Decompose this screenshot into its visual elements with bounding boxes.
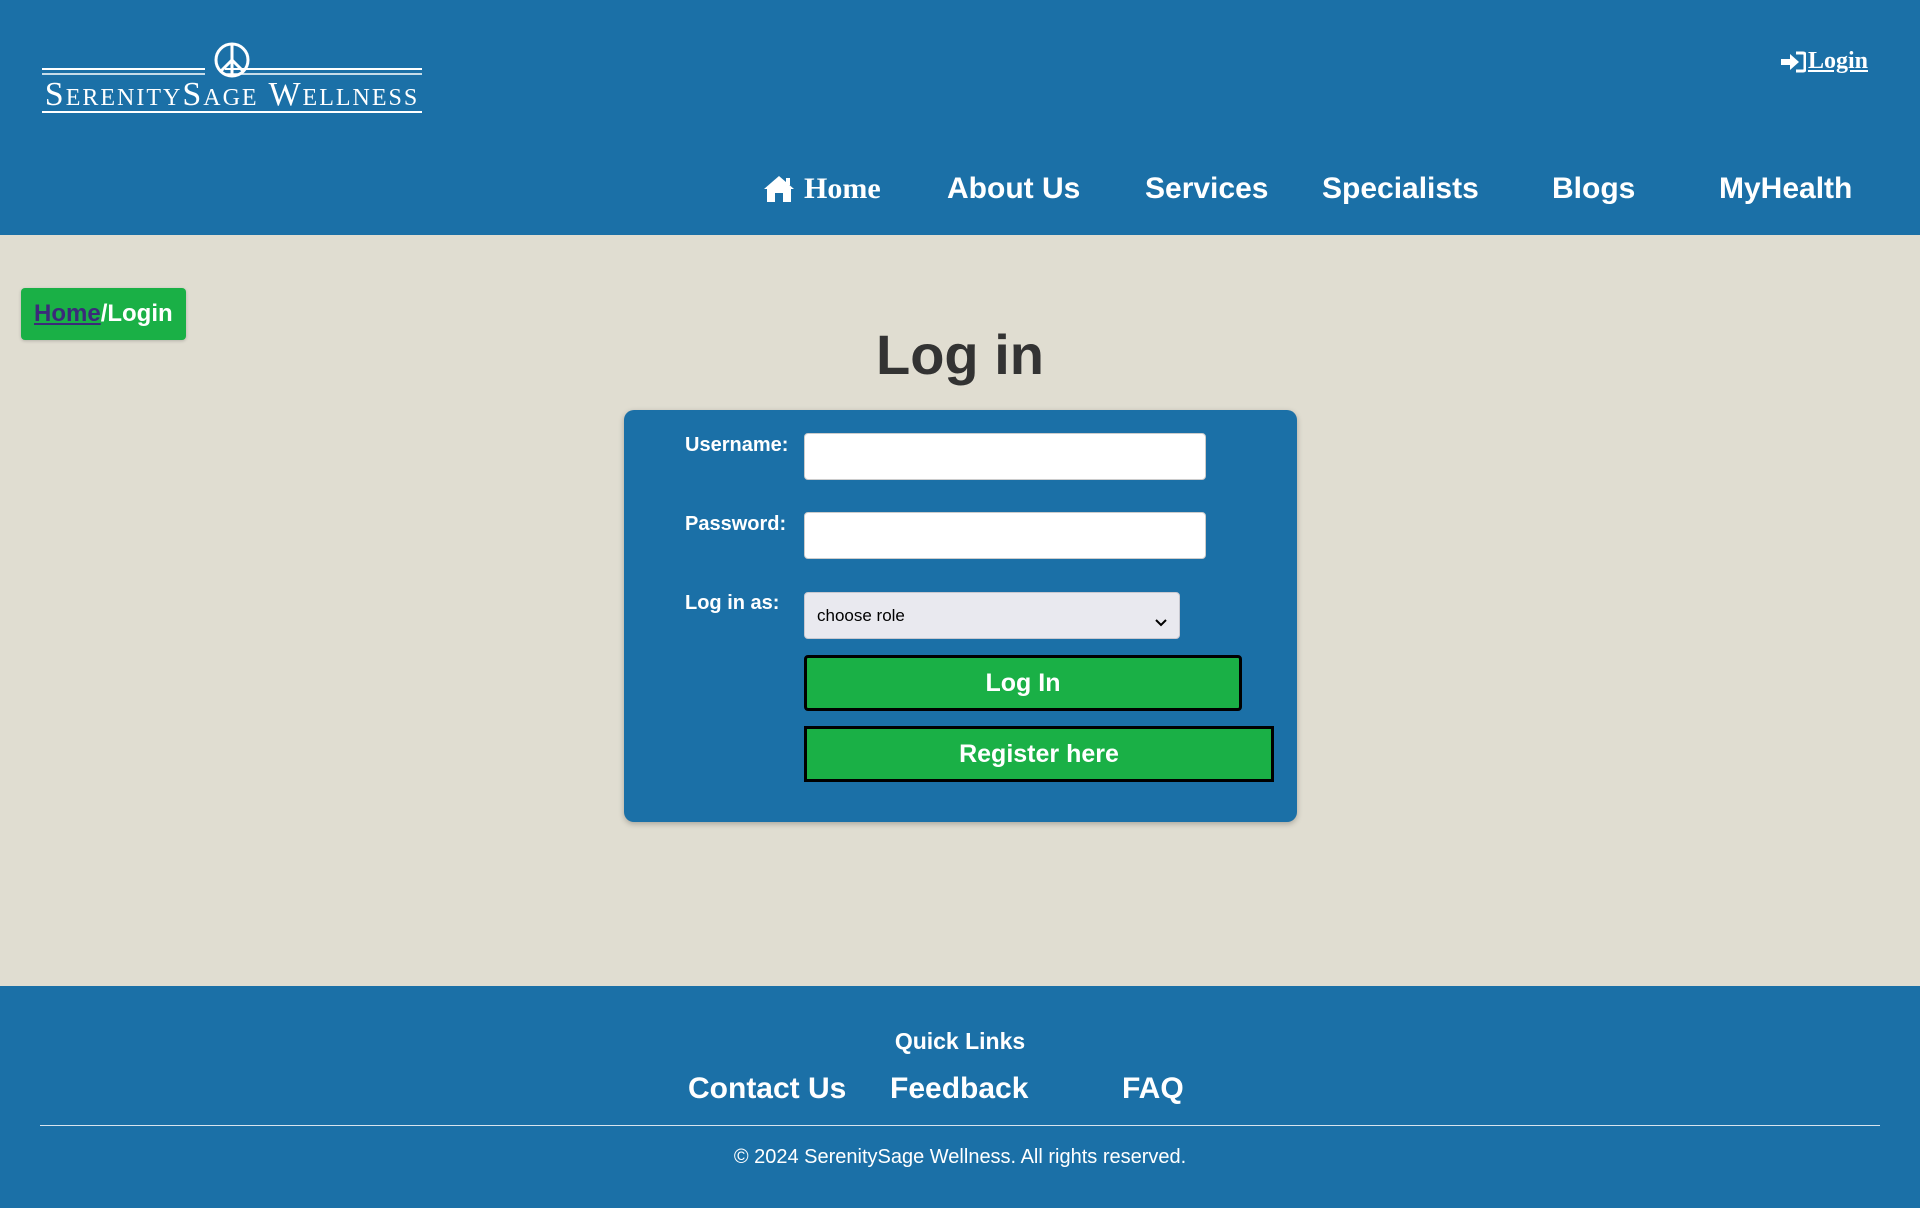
footer-divider [40, 1125, 1880, 1126]
register-button[interactable]: Register here [804, 726, 1274, 782]
logo-text: SerenitySage Wellness [44, 76, 420, 113]
nav-services[interactable]: Services [1145, 172, 1268, 206]
username-label: Username: [685, 434, 789, 456]
nav-home[interactable]: Home [762, 172, 881, 206]
password-input[interactable] [804, 512, 1206, 559]
nav-blogs[interactable]: Blogs [1552, 172, 1635, 206]
main-nav: Home About Us Services Specialists Blogs… [0, 172, 1920, 216]
footer-link-contact-us[interactable]: Contact Us [688, 1072, 846, 1106]
page-title: Log in [876, 323, 1044, 386]
login-button[interactable]: Log In [804, 655, 1242, 711]
copyright-text: © 2024 SerenitySage Wellness. All rights… [733, 1146, 1187, 1168]
nav-home-label: Home [804, 172, 881, 205]
footer-link-feedback[interactable]: Feedback [890, 1072, 1028, 1106]
sign-in-icon [1780, 51, 1807, 73]
header-login-label: Login [1807, 48, 1868, 74]
home-icon [762, 174, 796, 204]
footer-link-faq[interactable]: FAQ [1122, 1072, 1184, 1106]
role-select[interactable]: choose role [804, 592, 1180, 639]
nav-specialists[interactable]: Specialists [1322, 172, 1479, 206]
site-logo[interactable]: SerenitySage Wellness [42, 42, 422, 114]
role-label: Log in as: [685, 592, 780, 614]
header-login-link[interactable]: Login [1780, 48, 1868, 75]
site-footer: Quick Links Contact Us Feedback FAQ © 20… [0, 986, 1920, 1208]
nav-myhealth[interactable]: MyHealth [1719, 172, 1852, 206]
site-header: SerenitySage Wellness Login Home About U… [0, 0, 1920, 235]
nav-about-us[interactable]: About Us [947, 172, 1080, 206]
login-form-card: Username: Password: Log in as: choose ro… [624, 410, 1297, 822]
password-label: Password: [685, 513, 787, 535]
username-input[interactable] [804, 433, 1206, 480]
quick-links-title: Quick Links [894, 1028, 1026, 1054]
role-select-value: choose role [817, 605, 905, 625]
chevron-down-icon [1155, 612, 1167, 626]
